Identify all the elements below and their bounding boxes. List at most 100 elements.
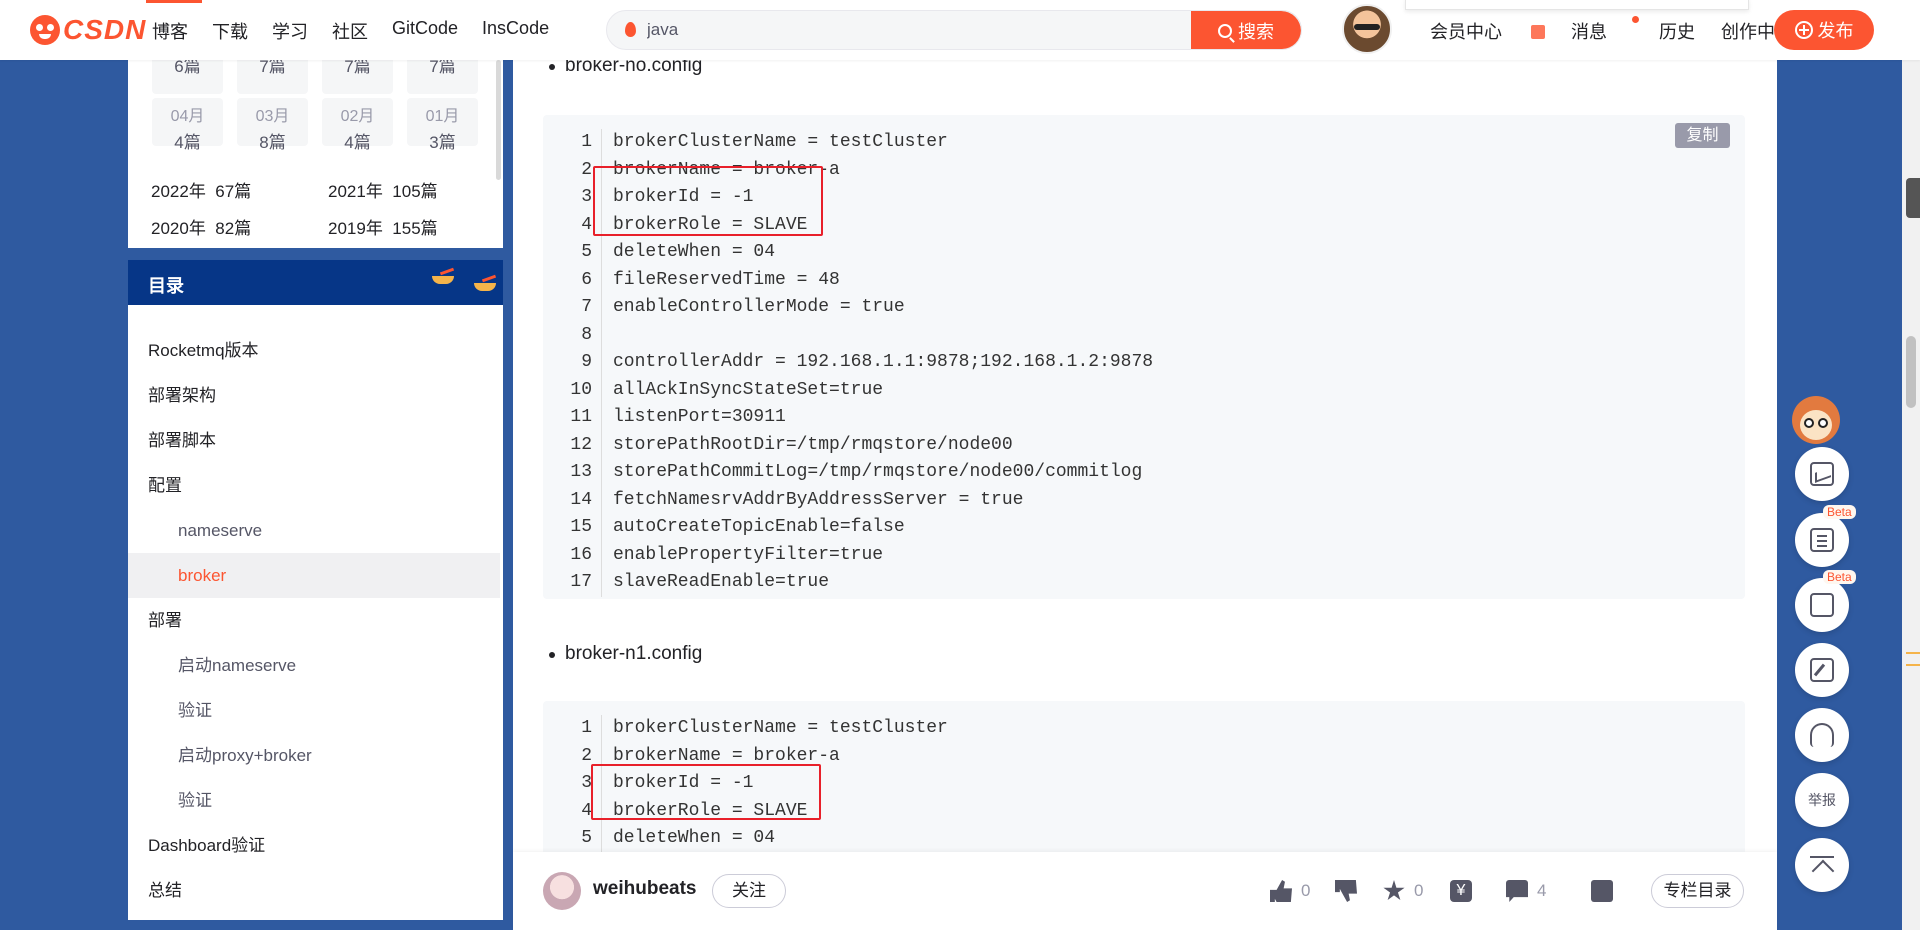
toc-item[interactable]: 部署架构 (128, 373, 503, 418)
toc-subitem[interactable]: nameserve (128, 508, 503, 553)
side-drawer-tab[interactable] (1906, 178, 1920, 218)
article-content: broker-no.config 1 2 3 4 5 6 7 8 9 10 11 12 13 14 15 16… (513, 60, 1777, 852)
data-analysis-button[interactable] (1795, 447, 1849, 501)
archive-year-count: 82篇 (215, 219, 252, 238)
archive-year[interactable]: 2022年 67篇 (151, 177, 328, 202)
nav-gitcode[interactable]: GitCode (392, 18, 458, 44)
archive-month[interactable]: 7篇 (237, 60, 308, 94)
nav-vip-center[interactable]: 会员中心 (1430, 18, 1545, 44)
nav-community[interactable]: 社区 (332, 18, 368, 44)
toc-subitem[interactable]: 启动nameserve (128, 643, 503, 688)
assistant-mascot[interactable] (1784, 396, 1854, 454)
archive-count: 7篇 (259, 60, 286, 76)
reward-button[interactable] (1450, 880, 1481, 902)
code-line: deleteWhen = 04 (613, 828, 776, 848)
highlight-box (591, 764, 821, 820)
publish-button[interactable]: 发布 (1774, 10, 1874, 50)
headset-icon (1810, 723, 1834, 747)
toc-list: Rocketmq版本 部署架构 部署脚本 配置 nameserve broker… (128, 328, 503, 913)
menu-lines-icon[interactable] (1906, 652, 1920, 666)
messages-label: 消息 (1571, 22, 1607, 42)
archive-month[interactable]: 7篇 (407, 60, 478, 94)
code-line: fileReservedTime = 48 (613, 269, 840, 290)
user-avatar[interactable] (1342, 4, 1392, 54)
comment-count: 4 (1537, 881, 1547, 900)
archive-year[interactable]: 2021年 105篇 (328, 177, 503, 202)
nav-learn[interactable]: 学习 (272, 18, 308, 44)
archive-month-label: 04月 (170, 108, 205, 125)
archive-count: 7篇 (344, 60, 371, 76)
scrollbar-thumb[interactable] (1906, 336, 1916, 408)
share-button[interactable] (1591, 880, 1622, 902)
archive-year-label: 2021年 (328, 182, 383, 201)
page-scrollbar[interactable] (1902, 0, 1920, 930)
favorite-button[interactable]: 0 (1383, 880, 1423, 902)
toc-item[interactable]: 部署脚本 (128, 418, 503, 463)
comment-icon (1506, 880, 1528, 902)
archive-card: 6篇 7篇 7篇 7篇 04月 4篇 03月 8篇 02月 4篇 01月 3篇 2022… (128, 60, 503, 248)
archive-year[interactable]: 2020年 82篇 (151, 214, 328, 239)
nav-messages[interactable]: 消息 (1571, 16, 1639, 44)
archive-scrollbar[interactable] (496, 60, 501, 180)
archive-year[interactable]: 2019年 155篇 (328, 214, 503, 239)
back-to-top-button[interactable] (1795, 838, 1849, 892)
copy-button[interactable]: 复制 (1675, 123, 1730, 148)
report-button[interactable]: 举报 (1795, 773, 1849, 827)
arrow-up-icon (1810, 853, 1834, 877)
boat-decoration-icon (432, 270, 456, 284)
author-avatar[interactable] (543, 872, 581, 910)
nav-history[interactable]: 历史 (1659, 18, 1695, 44)
toc-item[interactable]: Dashboard验证 (128, 823, 503, 868)
search-button[interactable]: 搜索 (1191, 11, 1301, 49)
toc-subitem-active[interactable]: broker (128, 553, 500, 598)
archive-year-label: 2019年 (328, 219, 383, 238)
csdn-logo[interactable]: CSDN (30, 14, 146, 46)
toc-item[interactable]: Rocketmq版本 (128, 328, 503, 373)
layout-icon (1810, 593, 1834, 617)
toc-subitem[interactable]: 验证 (128, 688, 503, 733)
column-toc-button[interactable]: 专栏目录 (1651, 874, 1744, 908)
line-number: 4 (581, 800, 592, 821)
list-bullet: broker-no.config (548, 60, 702, 77)
toc-item[interactable]: 总结 (128, 868, 503, 913)
nav-active-indicator (146, 0, 202, 3)
toc-item[interactable]: 配置 (128, 463, 503, 508)
code-line: allAckInSyncStateSet=true (613, 379, 884, 400)
archive-month-label: 01月 (425, 108, 460, 125)
dislike-button[interactable] (1335, 880, 1366, 902)
code-line: enablePropertyFilter=true (613, 544, 884, 565)
boat-decoration-icon (474, 277, 498, 291)
follow-button[interactable]: 关注 (712, 874, 786, 908)
archive-month[interactable]: 04月 4篇 (152, 98, 223, 152)
line-number: 4 (581, 214, 592, 235)
line-number: 5 (581, 242, 592, 262)
search-input[interactable] (647, 19, 1167, 41)
line-number: 1 (581, 132, 592, 152)
author-name[interactable]: weihubeats (593, 878, 696, 900)
nav-blog[interactable]: 博客 (152, 18, 188, 44)
ai-summary-button[interactable]: Beta (1795, 505, 1856, 567)
toc-item[interactable]: 部署 (128, 598, 503, 643)
archive-month-label: 02月 (340, 108, 375, 125)
code-line: slaveReadEnable=true (613, 572, 830, 592)
archive-month[interactable]: 02月 4篇 (322, 98, 393, 152)
toc-subitem[interactable]: 验证 (128, 778, 503, 823)
archive-month[interactable]: 03月 8篇 (237, 98, 308, 152)
comment-button[interactable]: 4 (1506, 880, 1546, 902)
line-number: 3 (581, 187, 592, 207)
main-nav: 博客 下载 学习 社区 GitCode InsCode (152, 18, 573, 44)
archive-month[interactable]: 7篇 (322, 60, 393, 94)
like-button[interactable]: 0 (1270, 880, 1310, 902)
plus-circle-icon (1794, 21, 1813, 39)
nav-inscode[interactable]: InsCode (482, 18, 549, 44)
customer-service-button[interactable] (1795, 708, 1849, 762)
toc-subitem[interactable]: 启动proxy+broker (128, 733, 503, 778)
code-line: brokerClusterName = testCluster (613, 132, 948, 152)
ai-assistant-button[interactable]: Beta (1795, 570, 1856, 632)
archive-month[interactable]: 01月 3篇 (407, 98, 478, 152)
article-toolbar: weihubeats 关注 0 0 4 专栏目录 (513, 852, 1777, 930)
write-note-button[interactable] (1795, 643, 1849, 697)
archive-month[interactable]: 6篇 (152, 60, 223, 94)
nav-download[interactable]: 下载 (212, 18, 248, 44)
logo-text: CSDN (63, 14, 147, 45)
